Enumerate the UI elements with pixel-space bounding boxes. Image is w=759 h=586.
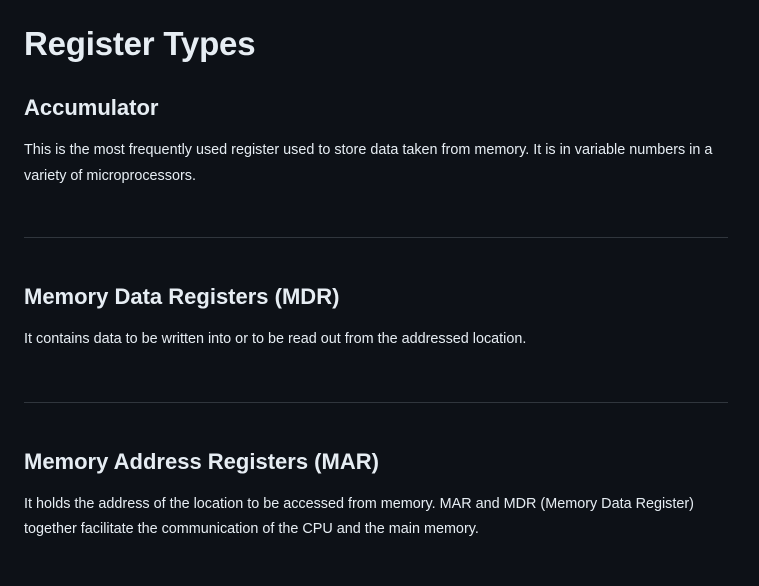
section-mar: Memory Address Registers (MAR) It holds … [24, 448, 728, 543]
section-heading: Accumulator [24, 95, 159, 120]
page-title: Register Types [24, 25, 256, 62]
section-divider [24, 401, 728, 403]
section-heading: Memory Address Registers (MAR) [24, 448, 379, 474]
section-body: This is the most frequently used registe… [24, 142, 713, 184]
section-body: It contains data to be written into or t… [24, 331, 527, 347]
section-body: It holds the address of the location to … [24, 495, 694, 538]
section-heading: Memory Data Registers (MDR) [24, 284, 340, 309]
section-accumulator: Accumulator This is the most frequently … [24, 94, 728, 189]
section-divider [24, 237, 728, 238]
section-mdr: Memory Data Registers (MDR) It contains … [24, 283, 728, 353]
document-page: Register Types Accumulator This is the m… [0, 0, 759, 543]
